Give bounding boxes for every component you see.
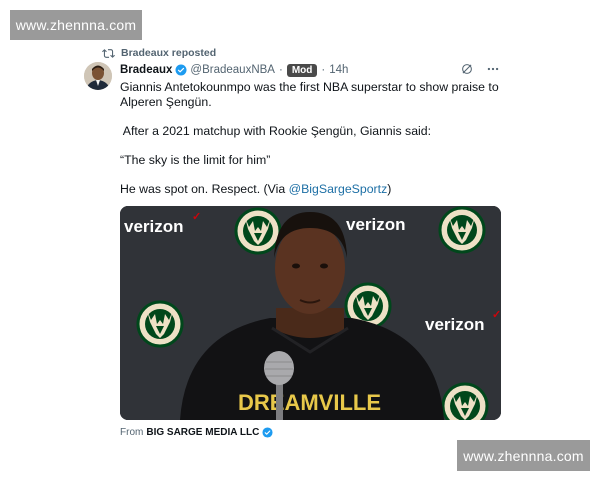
post-timestamp[interactable]: 14h (329, 64, 348, 76)
separator-dot: · (278, 64, 283, 76)
separator-dot: · (321, 64, 326, 76)
post-line: After a 2021 matchup with Rookie Şengün,… (120, 124, 432, 138)
media-image[interactable]: verizon ✓ verizon verizon ✓ DREAMVILLE (120, 206, 501, 420)
author-handle[interactable]: @BradeauxNBA (190, 64, 275, 76)
verizon-check-mark: ✓ (492, 309, 501, 321)
mention-link[interactable]: @BigSargeSportz (289, 182, 388, 196)
avatar[interactable] (84, 62, 112, 90)
bucks-logo (136, 300, 184, 348)
grok-icon[interactable] (460, 62, 474, 76)
verizon-backdrop-text: verizon (124, 217, 184, 236)
bucks-logo (438, 206, 486, 254)
post-line-text: ) (387, 182, 392, 196)
bucks-logo (441, 382, 489, 420)
source-prefix: From (120, 427, 144, 438)
watermark-bottom: www.zhennna.com (457, 440, 590, 471)
source-name[interactable]: BIG SARGE MEDIA LLC (146, 427, 259, 438)
microphone-icon (264, 351, 294, 385)
post-header: Bradeaux @BradeauxNBA · Mod · 14h (120, 62, 516, 78)
watermark-top: www.zhennna.com (10, 10, 142, 40)
author-name[interactable]: Bradeaux (120, 64, 172, 76)
post-text: Giannis Antetokounmpo was the first NBA … (120, 80, 510, 197)
verified-icon (175, 64, 187, 76)
shirt-lettering: DREAMVILLE (238, 390, 381, 415)
more-options-icon[interactable] (486, 62, 500, 76)
verizon-backdrop-text: verizon (425, 315, 485, 334)
post-card[interactable]: Bradeaux reposted Bradeaux @BradeauxNBA … (84, 42, 516, 444)
verified-icon (262, 427, 273, 438)
repost-label: Bradeaux reposted (121, 47, 217, 59)
verizon-check-mark: ✓ (192, 211, 201, 223)
verizon-backdrop-text: verizon (346, 215, 406, 234)
media-source: From BIG SARGE MEDIA LLC (120, 427, 273, 438)
post-line: Giannis Antetokounmpo was the first NBA … (120, 80, 499, 109)
post-line: “The sky is the limit for him” (120, 153, 271, 167)
repost-indicator[interactable]: Bradeaux reposted (102, 45, 216, 61)
mod-badge: Mod (286, 63, 318, 77)
post-line: He was spot on. Respect. (Via @BigSargeS… (120, 182, 510, 197)
post-line-text: He was spot on. Respect. (Via (120, 182, 289, 196)
repost-icon (102, 48, 115, 58)
bucks-logo (234, 207, 282, 255)
